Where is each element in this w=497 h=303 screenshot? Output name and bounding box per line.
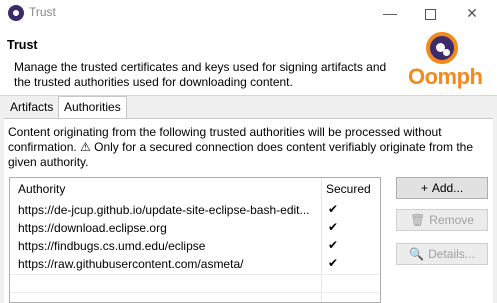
maximize-button[interactable] [410, 0, 450, 26]
authority-cell: https://de-jcup.github.io/update-site-ec… [18, 203, 310, 217]
add-button-label: Add... [431, 181, 464, 195]
secured-check-icon: ✔ [328, 256, 339, 270]
dialog-description: Manage the trusted certificates and keys… [14, 60, 387, 89]
title-bar: Trust — ✕ [0, 0, 497, 26]
authorities-panel: Content originating from the following t… [4, 118, 493, 303]
app-icon [8, 5, 24, 21]
info-text: Content originating from the following t… [8, 125, 473, 169]
window-title: Trust [29, 5, 56, 19]
table-row[interactable]: https://de-jcup.github.io/update-site-ec… [10, 202, 380, 220]
column-header-secured[interactable]: Secured [326, 178, 371, 200]
secured-check-icon: ✔ [328, 220, 339, 234]
tab-artifacts[interactable]: Artifacts [6, 98, 57, 117]
authorities-table[interactable]: Authority Secured https://de-jcup.github… [9, 177, 381, 303]
row-divider [10, 274, 380, 275]
table-row[interactable]: https://findbugs.cs.umd.edu/eclipse ✔ [10, 238, 380, 256]
maximize-icon [424, 8, 436, 20]
logo-ring-icon [426, 32, 458, 64]
minimize-button[interactable]: — [370, 0, 410, 26]
remove-button-label: Remove [429, 213, 474, 227]
dialog-header: Trust Manage the trusted certificates an… [0, 26, 497, 96]
gear-icon [443, 49, 450, 56]
trash-icon: 🗑 [410, 213, 426, 227]
dialog-title: Trust [7, 38, 38, 52]
table-row[interactable]: https://raw.githubusercontent.com/asmeta… [10, 256, 380, 274]
tab-authorities[interactable]: Authorities [58, 96, 127, 118]
remove-button[interactable]: 🗑 Remove [396, 209, 488, 231]
row-divider [10, 292, 380, 293]
secured-check-icon: ✔ [328, 238, 339, 252]
details-button[interactable]: 🔍 Details... [396, 243, 488, 265]
details-button-label: Details... [428, 247, 475, 261]
table-row[interactable]: https://download.eclipse.org ✔ [10, 220, 380, 238]
authority-cell: https://raw.githubusercontent.com/asmeta… [18, 257, 244, 271]
column-header-authority[interactable]: Authority [18, 178, 65, 200]
authority-cell: https://findbugs.cs.umd.edu/eclipse [18, 239, 206, 253]
plus-icon: + [420, 181, 428, 195]
logo-text: Oomph [408, 64, 483, 89]
tab-bar: Artifacts Authorities [0, 96, 497, 118]
add-button[interactable]: + Add... [396, 177, 488, 199]
magnifier-icon: 🔍 [409, 247, 425, 261]
authority-cell: https://download.eclipse.org [18, 221, 167, 235]
close-button[interactable]: ✕ [452, 0, 492, 26]
secured-check-icon: ✔ [328, 202, 339, 216]
oomph-logo: Oomph [402, 32, 494, 92]
